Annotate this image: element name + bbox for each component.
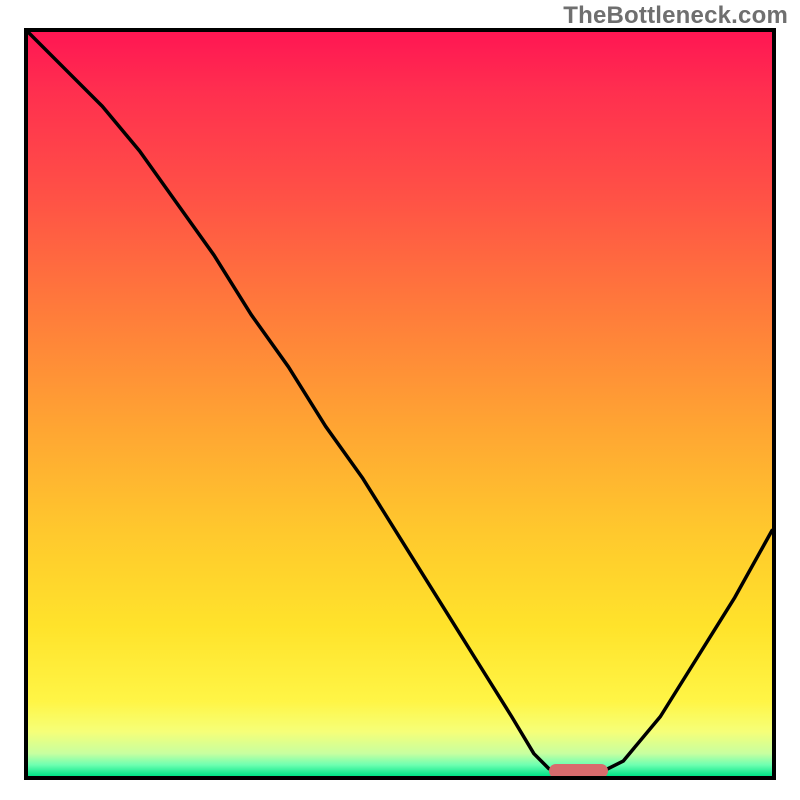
bottleneck-curve <box>28 32 772 776</box>
plot-area <box>24 28 776 780</box>
watermark-text: TheBottleneck.com <box>563 2 788 30</box>
optimal-range-marker <box>549 764 609 778</box>
chart-container: TheBottleneck.com <box>0 0 800 800</box>
